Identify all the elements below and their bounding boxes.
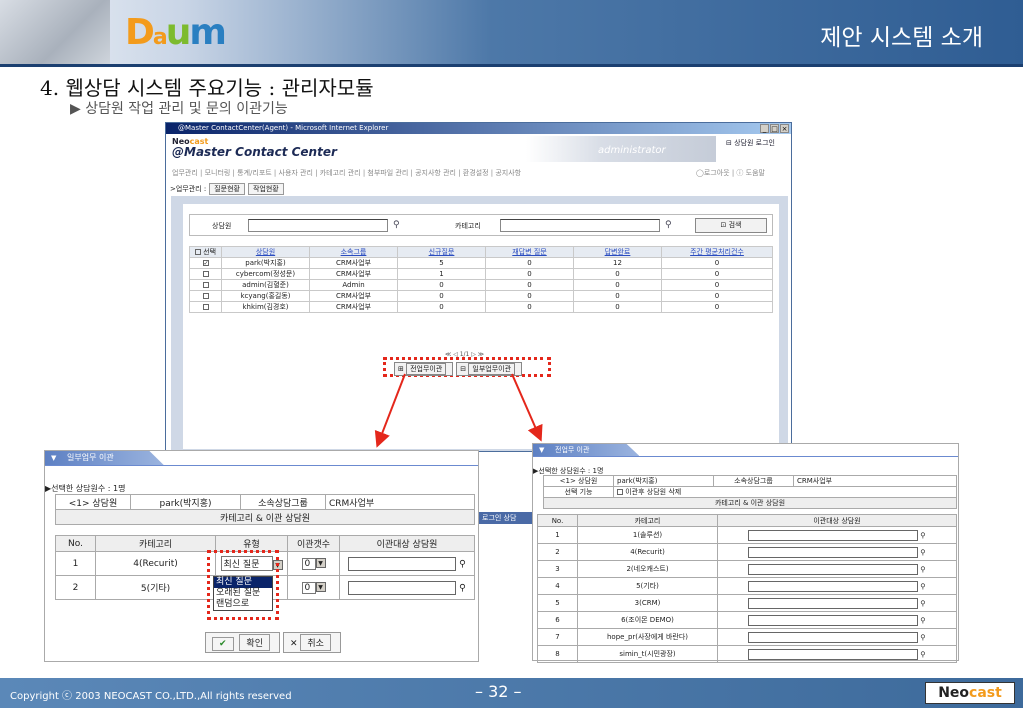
copyright: Copyright ⓒ 2003 NEOCAST CO.,LTD.,All ri… (10, 691, 292, 702)
arrow-to-full-transfer (374, 373, 406, 448)
neocast-logo: Neocast (925, 682, 1015, 704)
page-number: – 32 – (475, 682, 522, 701)
callout-arrows (374, 373, 543, 448)
arrow-to-partial-transfer (511, 373, 543, 442)
